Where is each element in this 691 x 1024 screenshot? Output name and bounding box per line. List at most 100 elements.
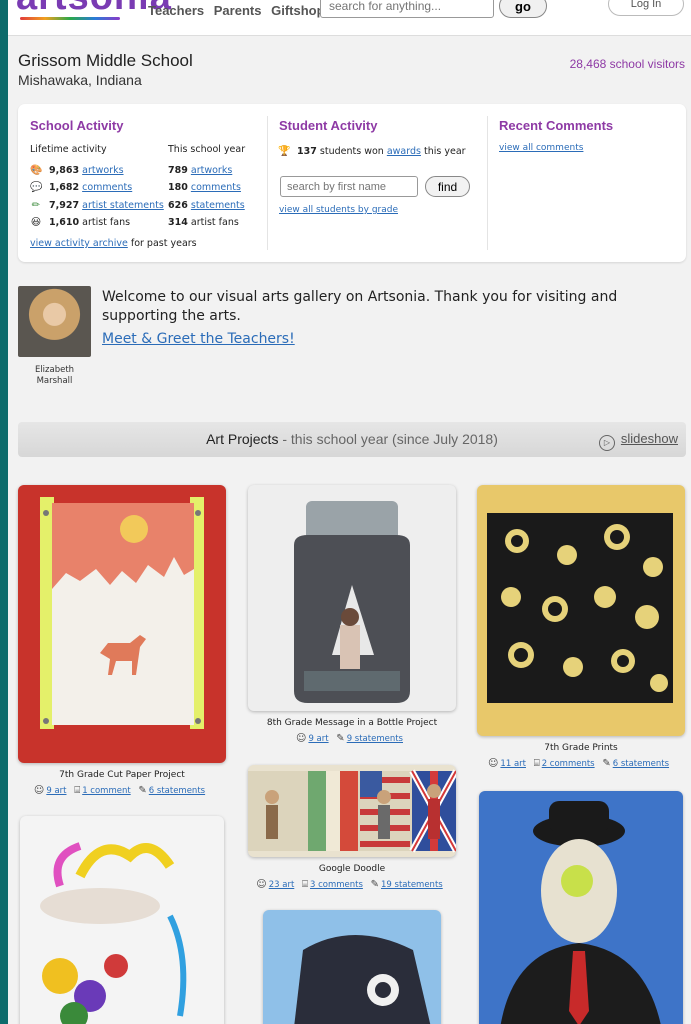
- project-title[interactable]: 8th Grade Message in a Bottle Project: [248, 718, 456, 728]
- project-art-link[interactable]: 11 art: [500, 759, 526, 769]
- comment-icon: ⌸: [533, 758, 540, 769]
- view-all-comments-link[interactable]: view all comments: [499, 143, 583, 157]
- logo-underline: [20, 17, 120, 20]
- teacher-name[interactable]: Elizabeth Marshall: [16, 365, 93, 387]
- lifetime-artworks-link[interactable]: artworks: [82, 165, 123, 176]
- palette-icon: ☺: [256, 879, 267, 890]
- lifetime-artworks-count: 9,863: [49, 165, 80, 176]
- son-of-man-artwork: [500, 801, 661, 1024]
- year-comments-count: 180: [168, 182, 188, 193]
- project-image-prints[interactable]: [477, 485, 685, 736]
- year-stat-fans: 314 artist fans: [168, 217, 239, 231]
- projects-title: Art Projects: [206, 431, 279, 447]
- login-button[interactable]: Log In: [608, 0, 684, 16]
- palette-icon: ☺: [33, 785, 45, 796]
- slideshow-link[interactable]: ▷ slideshow: [598, 431, 678, 451]
- art-projects-bar: Art Projects - this school year (since J…: [18, 422, 686, 457]
- play-icon: ▷: [598, 435, 615, 451]
- project-image-google-doodle[interactable]: [248, 765, 456, 857]
- art-projects-heading: Art Projects - this school year (since J…: [18, 431, 686, 447]
- archive-line: view activity archive for past years: [30, 238, 197, 252]
- nav-teachers[interactable]: Teachers: [148, 3, 204, 18]
- page: artsonia Teachers Parents Giftshop go Lo…: [8, 0, 691, 1024]
- stat-row-fans: 😃 1,610 artist fans: [30, 217, 130, 231]
- project-meta: ☺ 9 art ✎ 9 statements: [248, 733, 456, 744]
- meet-teachers-link[interactable]: Meet & Greet the Teachers!: [102, 331, 295, 347]
- project-comments-link[interactable]: 1 comment: [82, 786, 131, 796]
- palette-icon: ☺: [296, 733, 307, 744]
- project-art-link[interactable]: 9 art: [46, 786, 66, 796]
- project-art-link[interactable]: 9 art: [308, 734, 328, 744]
- school-name: Grissom Middle School: [18, 51, 193, 70]
- project-image-cut-paper[interactable]: [18, 485, 226, 763]
- activity-archive-link[interactable]: view activity archive: [30, 238, 128, 249]
- year-comments-link[interactable]: comments: [191, 182, 241, 193]
- cut-paper-artwork: [40, 497, 204, 729]
- project-meta: ☺ 9 art ⌸ 1 comment ✎ 6 statements: [18, 785, 226, 796]
- stat-row-artworks: 🎨 9,863 artworks: [30, 165, 124, 179]
- year-stat-artworks: 789 artworks: [168, 165, 232, 179]
- main-nav: Teachers Parents Giftshop: [148, 3, 331, 18]
- project-comments-link[interactable]: 2 comments: [542, 759, 595, 769]
- activity-card: School Activity Lifetime activity This s…: [18, 104, 686, 262]
- lifetime-comments-count: 1,682: [49, 182, 80, 193]
- find-button[interactable]: find: [425, 176, 470, 197]
- nav-giftshop[interactable]: Giftshop: [271, 3, 324, 18]
- palette-icon: 🎨: [30, 165, 43, 176]
- stat-row-statements: ✏ 7,927 artist statements: [30, 200, 164, 214]
- nav-parents[interactable]: Parents: [214, 3, 262, 18]
- bottle-artwork: [294, 501, 410, 703]
- top-bar: artsonia Teachers Parents Giftshop go Lo…: [8, 0, 691, 36]
- projects-subtitle: - this school year (since July 2018): [278, 431, 498, 447]
- students-by-grade-link[interactable]: view all students by grade: [279, 205, 398, 219]
- project-meta: ☺ 23 art ⌸ 3 comments ✎ 19 statements: [248, 879, 456, 890]
- comment-icon: 💬: [30, 182, 43, 193]
- year-fans-count: 314: [168, 217, 188, 228]
- year-fans-label: artist fans: [190, 217, 239, 228]
- awards-post: this year: [424, 146, 466, 157]
- mobile-artwork: [40, 842, 187, 1024]
- awards-link[interactable]: awards: [387, 146, 421, 157]
- visitor-count: 28,468 school visitors: [569, 57, 685, 71]
- pencil-icon: ✏: [31, 200, 41, 211]
- project-art-link[interactable]: 23 art: [269, 880, 295, 890]
- lifetime-statements-link[interactable]: artist statements: [82, 200, 164, 211]
- awards-pre: students won: [319, 146, 384, 157]
- project-statements-link[interactable]: 6 statements: [149, 786, 205, 796]
- pencil-icon: ✎: [138, 785, 147, 796]
- lifetime-fans-count: 1,610: [49, 217, 80, 228]
- teacher-avatar[interactable]: [18, 286, 91, 357]
- comment-icon: ⌸: [74, 785, 81, 796]
- project-title[interactable]: 7th Grade Prints: [477, 743, 685, 753]
- go-button[interactable]: go: [499, 0, 547, 18]
- project-comments-link[interactable]: 3 comments: [310, 880, 363, 890]
- palette-icon: ☺: [487, 758, 499, 769]
- year-artworks-count: 789: [168, 165, 188, 176]
- first-name-search-input[interactable]: [280, 176, 418, 197]
- year-artworks-link[interactable]: artworks: [191, 165, 232, 176]
- project-statements-link[interactable]: 9 statements: [347, 734, 403, 744]
- awards-line: 🏆 137 students won awards this year: [278, 146, 466, 160]
- year-statements-count: 626: [168, 200, 188, 211]
- year-stat-comments: 180 comments: [168, 182, 241, 196]
- project-title[interactable]: 7th Grade Cut Paper Project: [18, 770, 226, 780]
- lifetime-comments-link[interactable]: comments: [82, 182, 132, 193]
- project-statements-link[interactable]: 6 statements: [613, 759, 669, 769]
- lifetime-fans-label: artist fans: [82, 217, 131, 228]
- column-divider: [267, 116, 268, 250]
- prints-artwork: [487, 513, 673, 703]
- project-image-son-of-man[interactable]: [479, 791, 683, 1024]
- project-title[interactable]: Google Doodle: [248, 864, 456, 874]
- slideshow-label: slideshow: [620, 431, 678, 446]
- project-statements-link[interactable]: 19 statements: [381, 880, 443, 890]
- project-image-whale[interactable]: [263, 910, 441, 1024]
- comment-icon: ⌸: [301, 879, 308, 890]
- search-input[interactable]: [320, 0, 494, 18]
- project-meta: ☺ 11 art ⌸ 2 comments ✎ 6 statements: [477, 758, 685, 769]
- year-statements-link[interactable]: statements: [191, 200, 245, 211]
- pencil-icon: ✎: [336, 733, 345, 744]
- project-image-mobile[interactable]: [20, 816, 224, 1024]
- smiley-icon: 😃: [30, 217, 42, 228]
- project-image-bottle[interactable]: [248, 485, 456, 711]
- student-activity-title: Student Activity: [279, 118, 378, 133]
